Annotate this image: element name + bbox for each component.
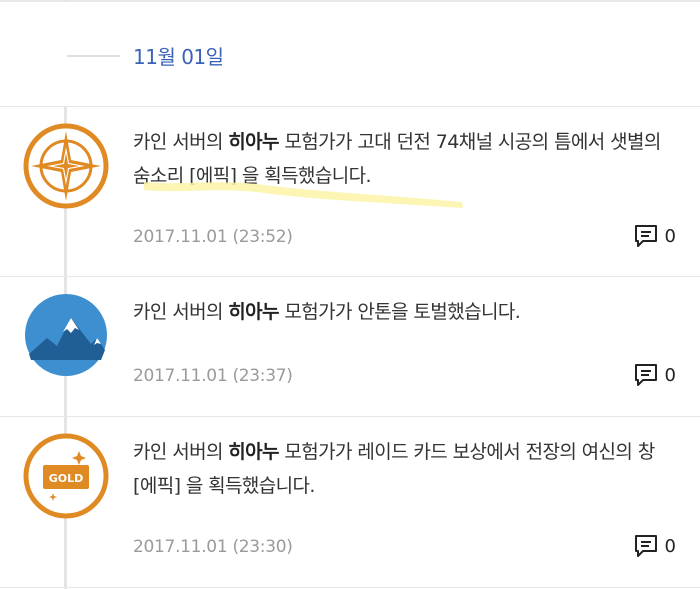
character-name[interactable]: 히아누 bbox=[228, 131, 279, 153]
comment-icon bbox=[634, 535, 657, 557]
feed-entry: 카인 서버의 히아누 모험가가 고대 던전 74채널 시공의 틈에서 샛별의 숨… bbox=[0, 107, 700, 275]
feed-entry: 카인 서버의 히아누 모험가가 안톤을 토벌했습니다. 2017.11.01 (… bbox=[0, 277, 700, 415]
comment-button[interactable]: 0 bbox=[633, 224, 676, 248]
gold-card-icon: GOLD bbox=[23, 433, 109, 519]
comment-icon bbox=[634, 364, 657, 386]
entry-message: 카인 서버의 히아누 모험가가 고대 던전 74채널 시공의 틈에서 샛별의 숨… bbox=[133, 125, 673, 193]
date-header: 11월 01일 bbox=[0, 2, 700, 106]
comment-count: 0 bbox=[664, 364, 676, 386]
timestamp: 2017.11.01 (23:37) bbox=[133, 366, 293, 386]
entry-message: 카인 서버의 히아누 모험가가 레이드 카드 보상에서 전장의 여신의 창 [에… bbox=[133, 435, 673, 503]
date-connector bbox=[67, 55, 120, 57]
timestamp: 2017.11.01 (23:30) bbox=[133, 537, 293, 557]
server-name: 카인 서버의 bbox=[133, 131, 223, 153]
divider bbox=[0, 587, 700, 588]
server-name: 카인 서버의 bbox=[133, 301, 223, 323]
comment-button[interactable]: 0 bbox=[633, 363, 676, 387]
comment-count: 0 bbox=[664, 225, 676, 247]
comment-button[interactable]: 0 bbox=[633, 534, 676, 558]
entry-message: 카인 서버의 히아누 모험가가 안톤을 토벌했습니다. bbox=[133, 295, 673, 329]
compass-star-icon bbox=[23, 123, 109, 209]
feed-entry: GOLD 카인 서버의 히아누 모험가가 레이드 카드 보상에서 전장의 여신의… bbox=[0, 417, 700, 587]
message-text: 모험가가 안톤을 토벌했습니다. bbox=[284, 301, 521, 323]
comment-icon bbox=[634, 225, 657, 247]
comment-count: 0 bbox=[664, 535, 676, 557]
server-name: 카인 서버의 bbox=[133, 441, 223, 463]
character-name[interactable]: 히아누 bbox=[228, 301, 279, 323]
date-label: 11월 01일 bbox=[133, 45, 224, 69]
badge-text: GOLD bbox=[49, 472, 84, 485]
character-name[interactable]: 히아누 bbox=[228, 441, 279, 463]
timestamp: 2017.11.01 (23:52) bbox=[133, 227, 293, 247]
mountain-icon bbox=[23, 292, 109, 378]
